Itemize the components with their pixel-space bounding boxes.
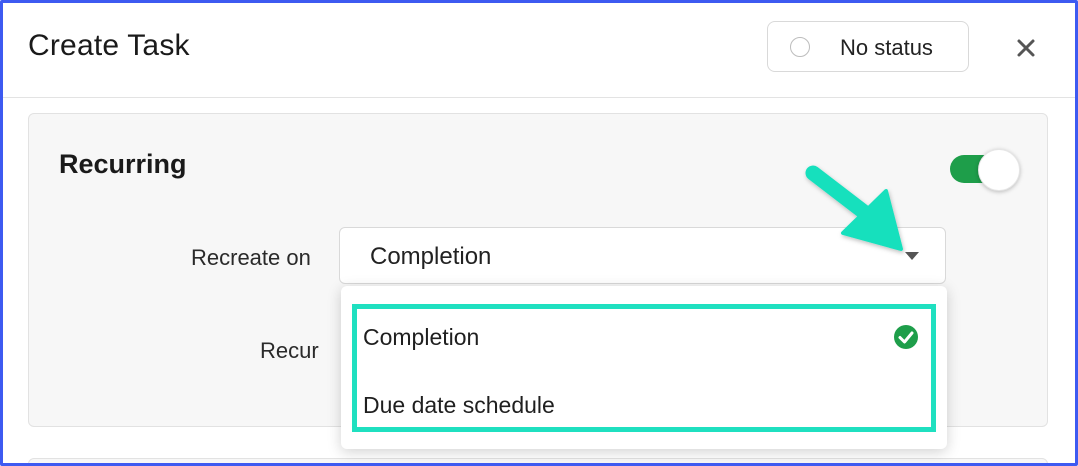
recreate-on-value: Completion bbox=[370, 243, 492, 270]
next-panel bbox=[28, 458, 1048, 463]
recreate-on-select[interactable]: Completion bbox=[339, 227, 946, 284]
status-radio-icon bbox=[790, 37, 810, 57]
recurring-title: Recurring bbox=[59, 149, 187, 179]
status-button[interactable]: No status bbox=[767, 21, 969, 72]
close-icon bbox=[1017, 39, 1035, 57]
dialog-title: Create Task bbox=[28, 29, 190, 62]
create-task-dialog: Create Task No status Recurring Recreate… bbox=[0, 0, 1078, 466]
dropdown-option-due-date-schedule[interactable]: Due date schedule bbox=[363, 384, 923, 424]
check-circle-icon bbox=[894, 325, 918, 349]
recur-label: Recur bbox=[260, 338, 319, 363]
recurring-toggle[interactable] bbox=[946, 149, 1020, 193]
close-button[interactable] bbox=[1011, 33, 1041, 63]
option-label: Due date schedule bbox=[363, 392, 555, 418]
recreate-on-dropdown: Completion Due date schedule bbox=[341, 286, 947, 449]
caret-down-icon bbox=[905, 252, 919, 260]
dialog-header: Create Task No status bbox=[3, 3, 1075, 98]
dropdown-option-completion[interactable]: Completion bbox=[363, 316, 923, 356]
recreate-on-label: Recreate on bbox=[191, 245, 311, 270]
option-label: Completion bbox=[363, 324, 480, 350]
status-label: No status bbox=[840, 35, 933, 60]
toggle-knob bbox=[978, 149, 1020, 191]
